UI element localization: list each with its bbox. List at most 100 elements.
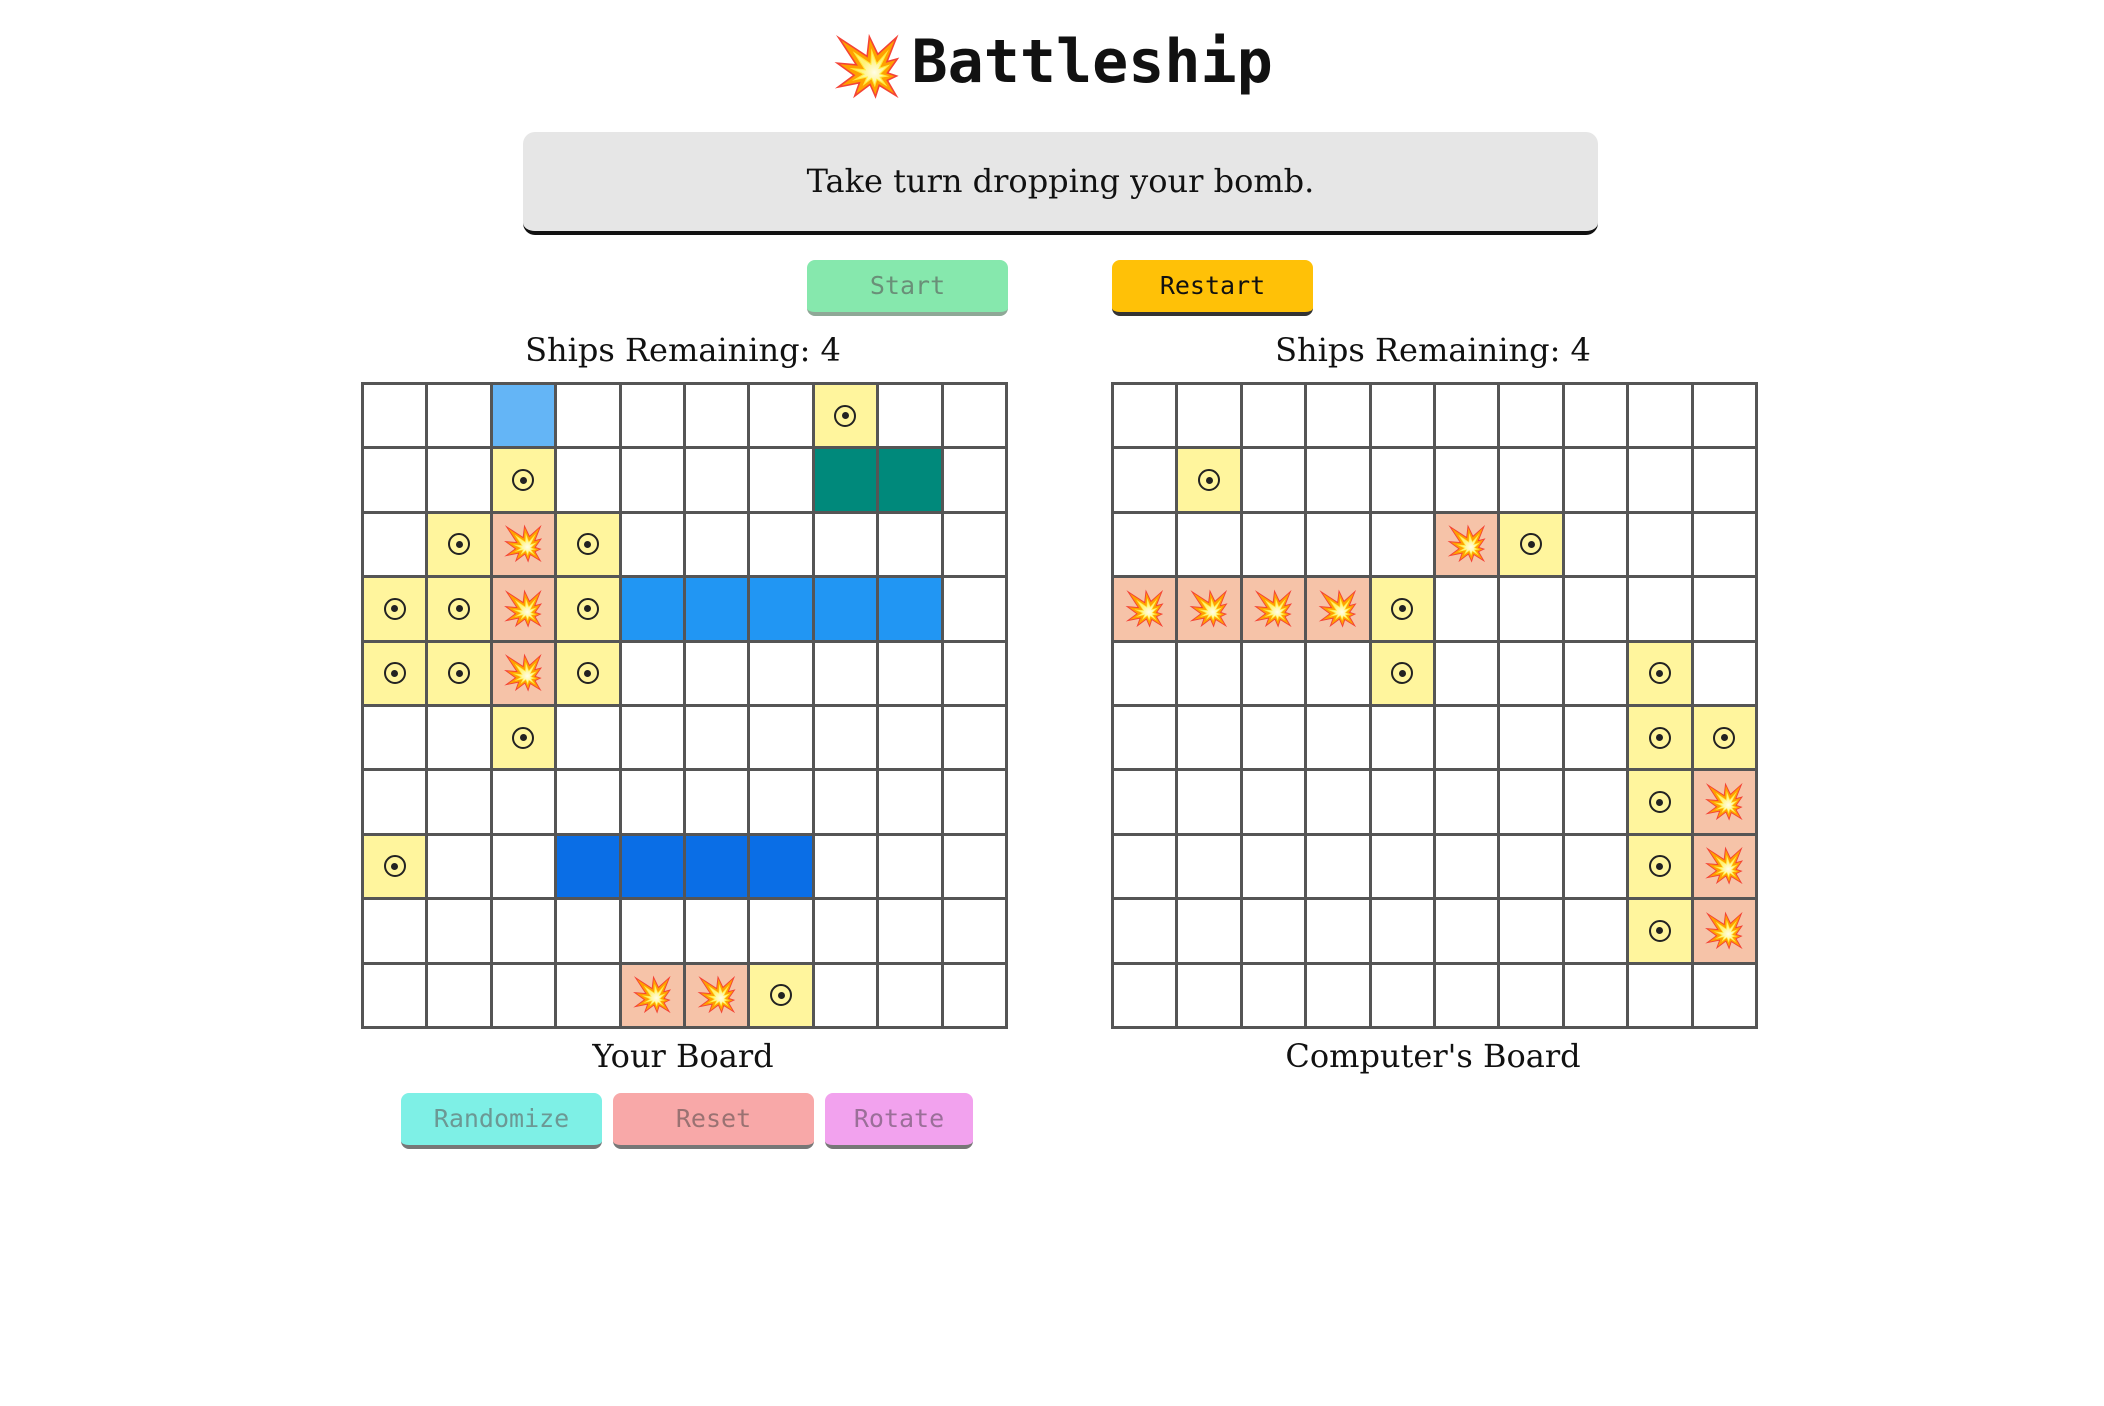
computer-cell-empty[interactable] (1114, 707, 1176, 769)
computer-cell-empty[interactable] (1371, 835, 1433, 898)
computer-cell-miss[interactable] (1500, 513, 1562, 576)
computer-cell-empty[interactable] (1500, 578, 1562, 640)
computer-cell-empty[interactable] (1307, 385, 1369, 447)
computer-cell-miss[interactable] (1629, 900, 1691, 962)
randomize-button[interactable]: Randomize (401, 1093, 602, 1149)
computer-cell-empty[interactable] (1307, 513, 1369, 576)
computer-cell-empty[interactable] (1564, 513, 1627, 576)
computer-cell-empty[interactable] (1307, 835, 1369, 898)
computer-cell-empty[interactable] (1114, 513, 1176, 576)
computer-cell-empty[interactable] (1178, 964, 1240, 1026)
computer-cell-empty[interactable] (1242, 513, 1305, 576)
computer-cell-hit[interactable]: 💥 (1242, 578, 1305, 640)
computer-cell-empty[interactable] (1564, 578, 1627, 640)
computer-cell-empty[interactable] (1371, 707, 1433, 769)
computer-cell-empty[interactable] (1500, 449, 1562, 511)
computer-cell-miss[interactable] (1629, 835, 1691, 898)
rotate-button[interactable]: Rotate (825, 1093, 973, 1149)
computer-cell-empty[interactable] (1500, 964, 1562, 1026)
computer-cell-empty[interactable] (1114, 449, 1176, 511)
computer-cell-empty[interactable] (1500, 835, 1562, 898)
computer-cell-empty[interactable] (1693, 449, 1755, 511)
computer-cell-empty[interactable] (1436, 964, 1498, 1026)
computer-cell-empty[interactable] (1242, 771, 1305, 833)
computer-cell-empty[interactable] (1693, 642, 1755, 704)
computer-cell-empty[interactable] (1178, 771, 1240, 833)
computer-cell-empty[interactable] (1500, 900, 1562, 962)
computer-cell-empty[interactable] (1114, 964, 1176, 1026)
computer-cell-miss[interactable] (1629, 771, 1691, 833)
computer-cell-hit[interactable]: 💥 (1307, 578, 1369, 640)
computer-cell-empty[interactable] (1307, 707, 1369, 769)
computer-cell-hit[interactable]: 💥 (1693, 835, 1755, 898)
computer-cell-empty[interactable] (1371, 964, 1433, 1026)
computer-cell-empty[interactable] (1629, 513, 1691, 576)
computer-cell-empty[interactable] (1564, 707, 1627, 769)
computer-cell-empty[interactable] (1178, 900, 1240, 962)
computer-cell-empty[interactable] (1629, 449, 1691, 511)
computer-cell-empty[interactable] (1242, 900, 1305, 962)
computer-cell-empty[interactable] (1242, 964, 1305, 1026)
computer-cell-empty[interactable] (1436, 835, 1498, 898)
computer-cell-empty[interactable] (1564, 771, 1627, 833)
computer-cell-empty[interactable] (1500, 642, 1562, 704)
computer-cell-empty[interactable] (1629, 578, 1691, 640)
computer-cell-hit[interactable]: 💥 (1693, 771, 1755, 833)
computer-cell-empty[interactable] (1242, 449, 1305, 511)
computer-cell-empty[interactable] (1371, 449, 1433, 511)
computer-cell-empty[interactable] (1307, 449, 1369, 511)
computer-cell-hit[interactable]: 💥 (1436, 513, 1498, 576)
computer-cell-miss[interactable] (1629, 707, 1691, 769)
computer-cell-empty[interactable] (1564, 835, 1627, 898)
computer-cell-empty[interactable] (1114, 385, 1176, 447)
computer-cell-empty[interactable] (1436, 449, 1498, 511)
computer-cell-miss[interactable] (1629, 642, 1691, 704)
computer-cell-miss[interactable] (1693, 707, 1755, 769)
computer-cell-miss[interactable] (1371, 642, 1433, 704)
computer-cell-empty[interactable] (1371, 513, 1433, 576)
computer-cell-empty[interactable] (1114, 642, 1176, 704)
computer-cell-empty[interactable] (1114, 835, 1176, 898)
reset-button[interactable]: Reset (613, 1093, 814, 1149)
computer-cell-empty[interactable] (1436, 385, 1498, 447)
computer-cell-empty[interactable] (1178, 513, 1240, 576)
computer-cell-empty[interactable] (1242, 707, 1305, 769)
computer-cell-hit[interactable]: 💥 (1114, 578, 1176, 640)
computer-cell-empty[interactable] (1371, 900, 1433, 962)
computer-cell-empty[interactable] (1564, 449, 1627, 511)
start-button[interactable]: Start (807, 260, 1008, 316)
computer-cell-empty[interactable] (1693, 385, 1755, 447)
computer-cell-empty[interactable] (1178, 835, 1240, 898)
computer-cell-empty[interactable] (1564, 642, 1627, 704)
computer-cell-empty[interactable] (1436, 900, 1498, 962)
computer-cell-empty[interactable] (1307, 642, 1369, 704)
computer-cell-empty[interactable] (1436, 642, 1498, 704)
computer-cell-empty[interactable] (1114, 771, 1176, 833)
computer-cell-empty[interactable] (1436, 771, 1498, 833)
computer-cell-empty[interactable] (1564, 900, 1627, 962)
computer-cell-empty[interactable] (1242, 385, 1305, 447)
computer-cell-empty[interactable] (1629, 385, 1691, 447)
computer-cell-miss[interactable] (1178, 449, 1240, 511)
computer-cell-empty[interactable] (1307, 900, 1369, 962)
computer-cell-empty[interactable] (1307, 964, 1369, 1026)
computer-cell-empty[interactable] (1436, 707, 1498, 769)
computer-cell-empty[interactable] (1564, 385, 1627, 447)
computer-cell-empty[interactable] (1178, 642, 1240, 704)
computer-cell-miss[interactable] (1371, 578, 1433, 640)
computer-cell-empty[interactable] (1371, 771, 1433, 833)
computer-cell-empty[interactable] (1693, 513, 1755, 576)
computer-cell-empty[interactable] (1242, 835, 1305, 898)
computer-cell-empty[interactable] (1693, 964, 1755, 1026)
computer-cell-empty[interactable] (1564, 964, 1627, 1026)
computer-cell-hit[interactable]: 💥 (1693, 900, 1755, 962)
computer-cell-empty[interactable] (1436, 578, 1498, 640)
computer-cell-empty[interactable] (1307, 771, 1369, 833)
computer-cell-empty[interactable] (1371, 385, 1433, 447)
computer-cell-empty[interactable] (1242, 642, 1305, 704)
computer-cell-hit[interactable]: 💥 (1178, 578, 1240, 640)
computer-cell-empty[interactable] (1114, 900, 1176, 962)
computer-cell-empty[interactable] (1693, 578, 1755, 640)
computer-cell-empty[interactable] (1629, 964, 1691, 1026)
computer-cell-empty[interactable] (1500, 385, 1562, 447)
